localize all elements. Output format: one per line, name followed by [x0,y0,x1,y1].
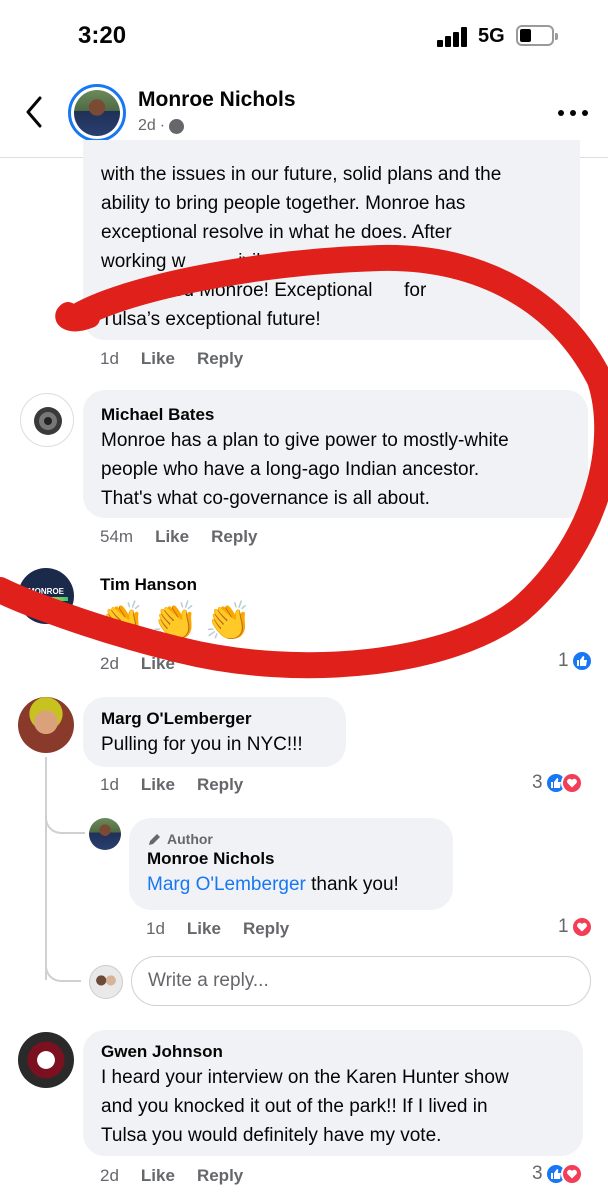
reply-text: Marg O'Lemberger thank you! [147,870,435,899]
reaction-summary[interactable]: 3 [532,1163,583,1185]
author-badge: Author [147,830,435,848]
comment-line: ability to bring people together. Monroe… [101,193,466,214]
comment-time: 1d [100,775,119,794]
more-options-icon[interactable] [558,110,588,118]
reaction-summary[interactable]: 3 [532,772,583,794]
reaction-count: 3 [532,1163,543,1184]
reaction-count: 1 [558,650,569,671]
comment-line: and you knocked it out of the park!! If … [101,1096,488,1117]
meta-separator: · [159,117,166,134]
reaction-summary[interactable] [574,344,596,366]
comment-actions: 1d Like Reply [146,919,289,939]
comment-actions: 2d Like Reply [100,1166,243,1186]
comment-bubble: with the issues in our future, solid pla… [83,140,580,340]
like-button[interactable]: Like [155,527,189,547]
love-reaction-icon [560,772,583,794]
reply-thread-branch [45,800,85,834]
battery-icon [516,25,558,46]
reply-button[interactable]: Reply [211,527,257,547]
network-type: 5G [478,25,505,47]
reaction-summary[interactable]: 1 [558,916,593,938]
love-reaction-icon [570,916,593,938]
comment-actions: 1d Like Reply [100,775,243,795]
my-avatar [89,965,123,999]
avatar-text-top: MONROE [28,587,64,596]
commenter-avatar[interactable] [18,697,74,753]
globe-icon [169,118,185,134]
reply-button[interactable]: Reply [197,1166,243,1186]
comment-time: 2d [100,654,119,673]
comment-bubble: Gwen Johnson I heard your interview on t… [83,1030,583,1156]
commenter-avatar[interactable] [18,1032,74,1088]
commenter-name[interactable]: Gwen Johnson [101,1041,565,1063]
pencil-icon [149,833,160,845]
commenter-avatar[interactable] [89,818,121,850]
reaction-summary[interactable]: 1 [558,650,593,672]
comment-actions: 54m Like Reply [100,527,257,547]
author-avatar[interactable] [68,84,126,142]
reply-thread-branch [45,950,81,982]
comment-time: 1d [146,919,165,938]
post-meta: 2d · [138,117,185,135]
comment-time: 2d [100,1166,119,1185]
commenter-avatar[interactable]: MONROE MAYOR [18,568,74,624]
comment-line: with the issues in our future, solid pla… [101,164,502,185]
commenter-avatar[interactable] [20,393,74,447]
comment-emoji: 👏👏👏 [98,601,258,643]
author-badge-label: Author [167,831,213,847]
reply-text-body: thank you! [305,874,399,895]
like-button[interactable]: Like [141,349,175,369]
like-button[interactable]: Like [187,919,221,939]
back-chevron-icon[interactable] [20,92,50,132]
commenter-name[interactable]: Marg O'Lemberger [101,708,328,730]
signal-icon [437,27,469,47]
reply-button[interactable]: Reply [197,775,243,795]
comment-line: That's what co-governance is all about. [101,488,430,509]
status-time: 3:20 [78,22,127,49]
like-reaction-icon [574,344,596,366]
comment-line: people who have a long-ago Indian ancest… [101,459,480,480]
comment-bubble: Michael Bates Monroe has a plan to give … [83,390,588,518]
avatar-text-bottom: MAYOR [31,602,61,611]
comment-line: Monroe has a plan to give power to mostl… [101,430,509,451]
reply-bubble: Author Monroe Nichols Marg O'Lemberger t… [129,818,453,910]
comment-actions: 2d Like [100,654,175,674]
commenter-name[interactable]: Monroe Nichols [147,848,435,870]
comment-line: exceptional resolve in what he does. Aft… [101,222,452,243]
commenter-name[interactable]: Tim Hanson [100,575,197,595]
reply-button[interactable]: Reply [243,919,289,939]
reaction-count: 3 [532,772,543,793]
reply-button[interactable]: Reply [197,349,243,369]
commenter-name[interactable]: Michael Bates [101,404,570,426]
post-age: 2d [138,117,156,134]
reaction-count: 1 [558,916,569,937]
comment-line: Tulsa’s exceptional future! [101,309,321,330]
like-button[interactable]: Like [141,1166,175,1186]
like-button[interactable]: Like [141,775,175,795]
comment-time: 54m [100,527,134,546]
mention-link[interactable]: Marg O'Lemberger [147,874,306,895]
reply-input[interactable]: Write a reply... [131,956,591,1006]
like-reaction-icon [570,650,593,672]
comment-time: 1d [100,349,119,368]
comment-bubble: Marg O'Lemberger Pulling for you in NYC!… [83,697,346,767]
author-name[interactable]: Monroe Nichols [138,88,296,112]
comment-actions: 1d Like Reply [100,349,243,369]
status-bar: 3:20 5G [0,0,608,70]
comment-line: Tulsa you would definitely have my vote. [101,1125,442,1146]
comment-text: Pulling for you in NYC!!! [101,734,303,755]
reply-input-placeholder: Write a reply... [148,970,269,991]
love-reaction-icon [560,1163,583,1185]
reply-thread-line [45,757,47,980]
like-button[interactable]: Like [141,654,175,674]
comment-line: working w ivilege to watch [101,251,369,272]
comment-line: we need Monroe! Exceptional for [101,280,427,301]
comment-line: I heard your interview on the Karen Hunt… [101,1067,509,1088]
